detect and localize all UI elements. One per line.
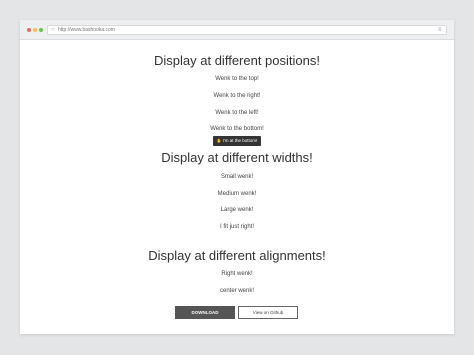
medium-wenk-item[interactable]: Medium wenk!	[20, 190, 454, 198]
page-content: Display at different positions! Wenk to …	[20, 40, 454, 334]
download-button[interactable]: DOWNLOAD	[175, 306, 235, 319]
close-window-button[interactable]	[27, 28, 31, 32]
minimize-window-button[interactable]	[33, 28, 37, 32]
small-wenk-item[interactable]: Small wenk!	[20, 173, 454, 181]
page-icon: ○	[51, 27, 55, 33]
center-wenk-item[interactable]: center wenk!	[20, 287, 454, 295]
large-wenk-item[interactable]: Large wenk!	[20, 206, 454, 214]
widths-heading: Display at different widths!	[161, 150, 313, 165]
maximize-window-button[interactable]	[39, 28, 43, 32]
alignments-heading: Display at different alignments!	[148, 248, 326, 263]
wenk-left-item[interactable]: Wenk to the left!	[20, 109, 454, 117]
wenk-bottom-item[interactable]: Wenk to the bottom!	[20, 125, 454, 133]
address-bar[interactable]: ○ http://www.bashooka.com ≡	[47, 25, 447, 35]
menu-icon[interactable]: ≡	[438, 27, 443, 33]
right-wenk-item[interactable]: Right wenk!	[20, 270, 454, 278]
wenk-right-item[interactable]: Wenk to the right!	[20, 92, 454, 100]
hand-icon: ✋	[216, 138, 222, 143]
fit-wenk-item[interactable]: I fit just right!	[20, 223, 454, 231]
browser-titlebar: ○ http://www.bashooka.com ≡	[20, 20, 454, 40]
tooltip-text: I'm at the bottom!	[222, 138, 258, 143]
github-button[interactable]: View on Github	[238, 306, 298, 319]
browser-window: ○ http://www.bashooka.com ≡ Display at d…	[20, 20, 454, 334]
bottom-tooltip: ✋I'm at the bottom!	[213, 136, 261, 146]
wenk-top-item[interactable]: Wenk to the top!	[20, 75, 454, 83]
positions-heading: Display at different positions!	[154, 53, 320, 68]
url-text[interactable]: http://www.bashooka.com	[58, 27, 115, 34]
